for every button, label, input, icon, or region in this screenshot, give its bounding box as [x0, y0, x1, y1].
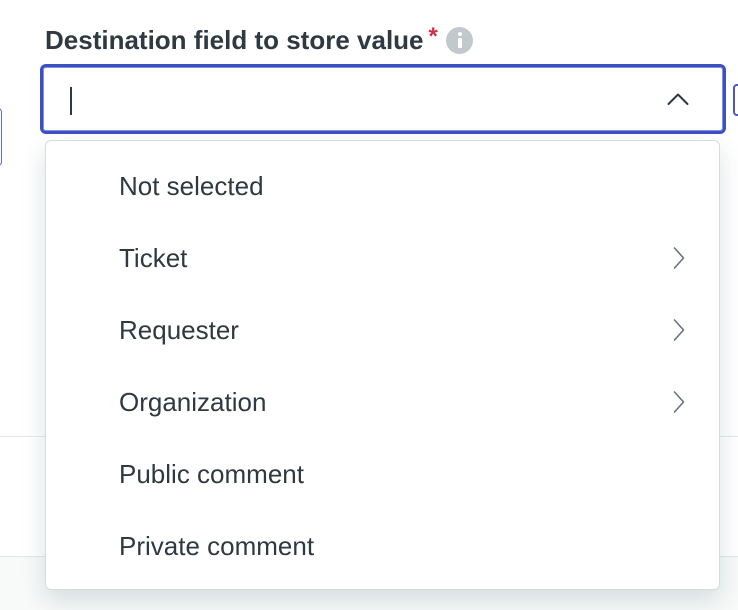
- chevron-right-icon: [673, 391, 685, 413]
- option-label: Ticket: [119, 242, 188, 273]
- info-icon[interactable]: [445, 26, 473, 54]
- option-label: Requester: [119, 314, 239, 345]
- chevron-right-icon: [673, 247, 685, 269]
- option-public-comment[interactable]: Public comment: [46, 438, 719, 510]
- required-indicator: *: [428, 23, 438, 50]
- dropdown-menu: Not selected Ticket Requester Organizati…: [45, 140, 720, 590]
- option-ticket[interactable]: Ticket: [46, 222, 719, 294]
- option-private-comment[interactable]: Private comment: [46, 510, 719, 582]
- option-requester[interactable]: Requester: [46, 294, 719, 366]
- option-label: Private comment: [119, 530, 315, 561]
- destination-field-combobox[interactable]: [40, 64, 726, 134]
- text-cursor: [70, 87, 72, 115]
- option-organization[interactable]: Organization: [46, 366, 719, 438]
- field-label-text: Destination field to store value: [45, 24, 424, 55]
- option-label: Not selected: [119, 170, 264, 201]
- option-not-selected[interactable]: Not selected: [46, 150, 719, 222]
- option-label: Public comment: [119, 458, 304, 489]
- background-button-edge: [733, 84, 738, 116]
- chevron-up-icon[interactable]: [667, 92, 689, 106]
- field-label: Destination field to store value *: [45, 22, 473, 58]
- background-field-edge: [0, 108, 2, 166]
- option-label: Organization: [119, 386, 267, 417]
- chevron-right-icon: [673, 319, 685, 341]
